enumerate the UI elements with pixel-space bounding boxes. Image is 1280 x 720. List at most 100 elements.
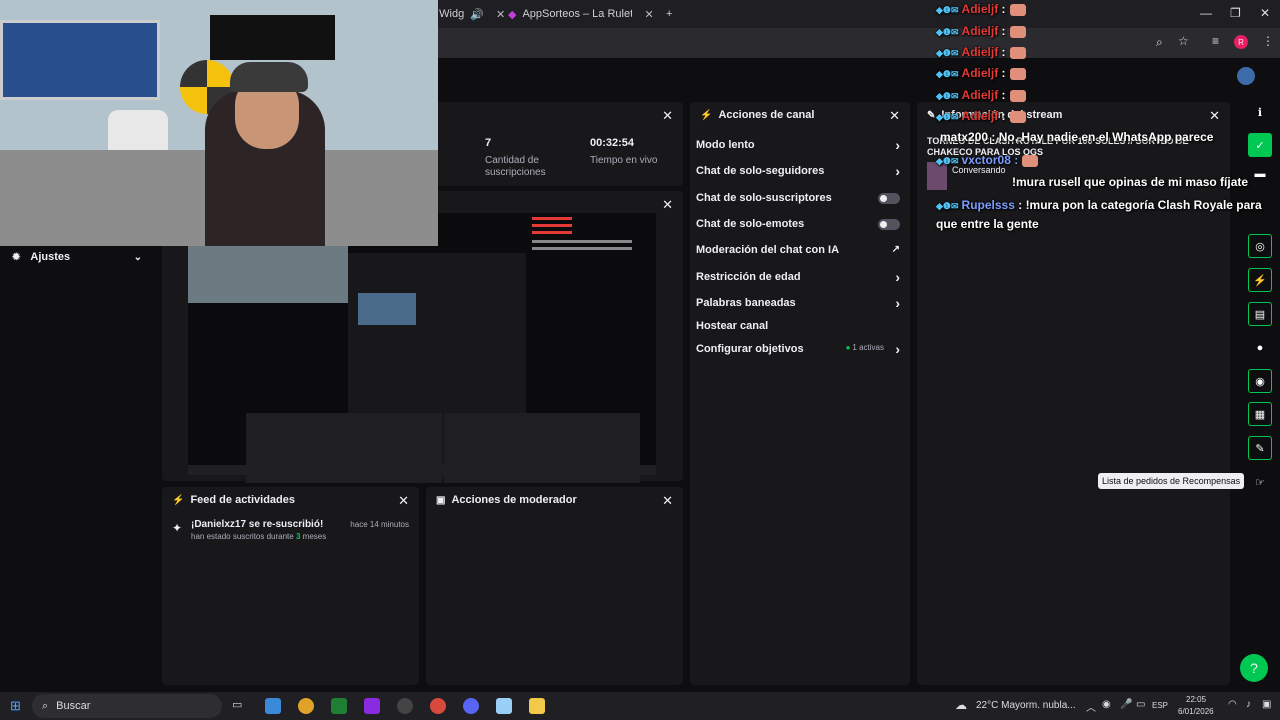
subscribers-only-row[interactable]: Chat de solo-suscriptores (696, 188, 904, 208)
chat-message: ◆❶✉ Adieljf : (936, 24, 1026, 38)
badge-icon: ◆❶✉ (936, 201, 959, 211)
clock-date[interactable]: 6/01/2026 (1178, 707, 1214, 716)
minimize-icon[interactable]: — (1200, 6, 1212, 20)
tray-chevron-icon[interactable]: ︿ (1086, 699, 1096, 714)
badge-icon: ◆❶✉ (936, 27, 959, 37)
preview-nested-thumb (358, 293, 416, 325)
badge-icon: ◆❶✉ (936, 112, 959, 122)
ai-moderation-row[interactable]: Moderación del chat con IA ↗ (696, 240, 904, 260)
notification-icon[interactable]: ▣ (1262, 699, 1271, 710)
taskbar-search[interactable]: ⌕ Buscar (32, 694, 222, 718)
clock-time[interactable]: 22:05 (1186, 695, 1206, 704)
browser-menu-icon[interactable]: ⋮ (1262, 34, 1274, 48)
badge-icon: ◆❶✉ (936, 69, 959, 79)
chat-message: ◆❶✉ vxctor08 : (936, 153, 1039, 167)
app-icon[interactable] (364, 698, 380, 714)
mod-actions-header: ▣ Acciones de moderador (426, 487, 683, 513)
subscribers-only-toggle[interactable] (878, 193, 900, 204)
event-subtitle: han estado suscritos durante 3 meses (191, 532, 327, 541)
app-icon[interactable] (331, 698, 347, 714)
emotes-only-row[interactable]: Chat de solo-emotes (696, 214, 904, 234)
task-view-icon[interactable]: ▭ (232, 698, 248, 714)
restore-icon[interactable]: ❐ (1230, 6, 1241, 20)
chrome-profile-icon[interactable] (430, 698, 446, 714)
followers-only-row[interactable]: Chat de solo-seguidores › (696, 161, 904, 181)
notes-icon[interactable]: ▤ (1248, 302, 1272, 326)
camera-icon[interactable]: ◎ (1248, 234, 1272, 258)
weather-icon: ☁ (955, 698, 967, 712)
chat-message: ◆❶✉ Adieljf : (936, 45, 1026, 59)
close-icon[interactable]: ✕ (644, 8, 653, 21)
chevron-right-icon: › (895, 137, 900, 153)
preview-video[interactable] (188, 213, 656, 483)
uptime-label: Tiempo en vivo (590, 155, 658, 166)
store-icon[interactable] (265, 698, 281, 714)
zoom-icon[interactable]: ⌕ (1156, 35, 1163, 50)
weather-text[interactable]: 22°C Mayorm. nubla... (976, 700, 1076, 711)
close-window-icon[interactable]: ✕ (1260, 6, 1270, 20)
lightning-icon[interactable]: ⚡ (1248, 268, 1272, 292)
badge-icon: ◆❶✉ (936, 48, 959, 58)
search-icon: ⌕ (42, 699, 49, 712)
bookmark-star-icon[interactable]: ☆ (1178, 34, 1189, 48)
help-icon[interactable]: ? (1240, 654, 1268, 682)
windows-taskbar: ⊞ ⌕ Buscar ▭ ☁ 22°C Mayorm. nubla... ︿ ◉… (0, 692, 1280, 720)
emote-icon (1009, 89, 1026, 102)
emote-icon (1022, 154, 1039, 167)
mod-actions-title: Acciones de moderador (451, 494, 577, 506)
tray-icon[interactable]: ▭ (1136, 699, 1145, 710)
preview-chat-thumb (528, 213, 656, 293)
chevron-down-icon[interactable]: ⌄ (134, 252, 142, 263)
slow-mode-row[interactable]: Modo lento › (696, 135, 904, 155)
volume-icon[interactable]: ♪ (1246, 699, 1251, 710)
browser-tab[interactable]: d Widg 🔊 ✕ (430, 4, 505, 24)
rewards-queue-icon[interactable]: ☞ (1248, 470, 1272, 494)
sparkle-icon: ✦ (172, 521, 183, 535)
event-time: hace 14 minutos (350, 520, 409, 529)
badge-icon: ◆❶✉ (936, 5, 959, 15)
new-tab-button[interactable]: + (666, 4, 672, 24)
close-icon[interactable]: ✕ (1209, 108, 1220, 124)
wifi-icon[interactable]: ◠ (1228, 699, 1237, 710)
chat-message: ◆❶✉ Adieljf : (936, 88, 1026, 102)
mic-icon[interactable]: 🎤 (1120, 699, 1132, 710)
browser-tab-active[interactable]: ◆ AppSorteos – La Ruleta de la S ✕ (508, 4, 654, 24)
chat-message: !mura rusell que opinas de mi maso fíjat… (1012, 175, 1249, 189)
clipboard-icon[interactable]: ▦ (1248, 402, 1272, 426)
app-icon[interactable] (496, 698, 512, 714)
folder-icon[interactable] (529, 698, 545, 714)
layout-icon[interactable]: ▬ (1248, 162, 1272, 186)
close-icon[interactable]: ✕ (889, 108, 900, 124)
close-icon[interactable]: ✕ (662, 493, 673, 509)
emotes-only-toggle[interactable] (878, 219, 900, 230)
close-icon[interactable]: ✕ (662, 197, 673, 213)
tray-icon[interactable]: ◉ (1102, 699, 1111, 710)
discord-icon[interactable] (463, 698, 479, 714)
settings-label: Ajustes (30, 251, 71, 263)
subs-label: Cantidad de suscripciones (485, 155, 546, 178)
close-icon[interactable]: ✕ (662, 108, 673, 124)
settings-row[interactable]: ✹ Ajustes ⌄ (0, 246, 152, 268)
wrench-icon: ✎ (927, 109, 936, 121)
language-indicator[interactable]: ESP (1152, 701, 1168, 710)
chrome-icon[interactable] (298, 698, 314, 714)
emote-icon (1009, 110, 1026, 123)
broadcast-icon[interactable]: ◉ (1248, 369, 1272, 393)
close-icon[interactable]: ✕ (398, 493, 409, 509)
chat-message: ◆❶✉ Adieljf : (936, 2, 1026, 16)
emote-icon (1009, 46, 1026, 59)
banned-words-row[interactable]: Palabras baneadas › (696, 293, 904, 313)
profile-avatar[interactable]: R (1234, 35, 1248, 49)
windows-start-icon[interactable]: ⊞ (10, 698, 21, 714)
configure-goals-row[interactable]: Configurar objetivos ● 1 activas › (696, 339, 904, 359)
close-icon[interactable]: ✕ (496, 8, 505, 21)
media-control-icon[interactable]: ≡ (1212, 34, 1219, 48)
user-avatar[interactable] (1237, 67, 1255, 85)
host-channel-row[interactable]: Hostear canal (696, 316, 904, 336)
chat-icon[interactable]: ● (1248, 336, 1272, 360)
wrench-icon[interactable]: ✎ (1248, 436, 1272, 460)
obs-icon[interactable] (397, 698, 413, 714)
age-restriction-row[interactable]: Restricción de edad › (696, 267, 904, 287)
info-icon[interactable]: ℹ (1248, 100, 1272, 124)
check-icon[interactable]: ✓ (1248, 133, 1272, 157)
